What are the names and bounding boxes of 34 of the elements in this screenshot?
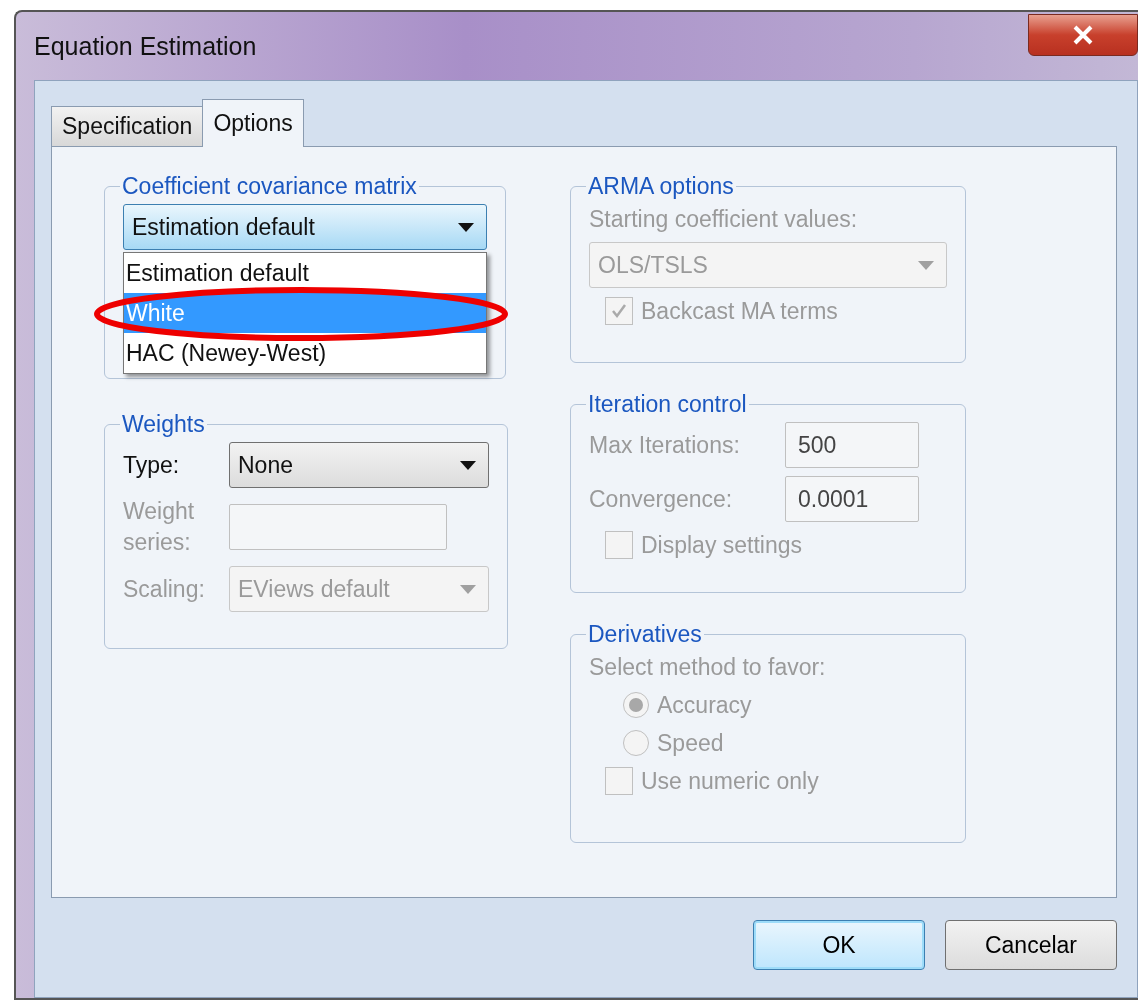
radio-button[interactable] [623,730,649,756]
radio-label: Accuracy [657,691,752,720]
group-title: ARMA options [587,173,735,200]
field-label: Type: [123,451,181,480]
field-label: Starting coefficient values: [589,205,859,234]
checkbox-label: Use numeric only [641,767,819,796]
group-title: Coefficient covariance matrix [121,173,418,200]
radio-label: Speed [657,729,724,758]
field-label: Weight series: [123,497,196,557]
checkbox-label: Display settings [641,531,803,560]
check-icon [610,302,628,320]
caret-icon [460,460,476,470]
dropdown[interactable]: None [229,442,489,488]
group-title: Derivatives [587,621,703,648]
dropdown[interactable]: Estimation default [123,204,487,250]
caret-icon [918,260,934,270]
group-title: Iteration control [587,391,748,418]
radio-button[interactable] [623,692,649,718]
caret-icon [460,584,476,594]
field-label: Convergence: [589,485,733,514]
checkbox-label: Backcast MA terms [641,297,838,326]
close-icon [1072,25,1094,45]
field-label: Scaling: [123,575,206,604]
close-button[interactable] [1028,14,1138,56]
prompt-text: Select method to favor: [589,653,827,682]
caret-icon [458,222,474,232]
field-label: Max Iterations: [589,431,740,460]
dialog-button[interactable]: Cancelar [945,920,1117,970]
group-title: Weights [121,411,206,438]
dialog-button[interactable]: OK [753,920,925,970]
window-title: Equation Estimation [34,31,257,61]
tab[interactable]: Options [202,99,304,147]
tab[interactable]: Specification [51,106,204,147]
dropdown-option[interactable]: Estimation default [124,253,486,293]
